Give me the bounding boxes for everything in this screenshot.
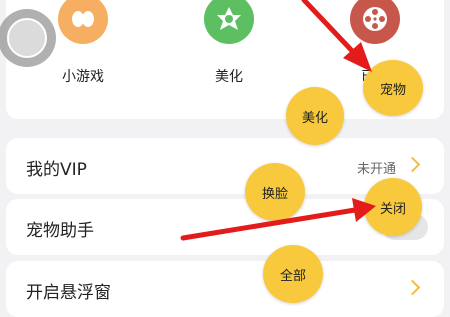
menu-bubble-beautify[interactable]: 美化 [286, 87, 344, 145]
flower-icon [204, 0, 254, 44]
menu-bubble-change-face[interactable]: 换脸 [245, 163, 305, 221]
vip-label: 我的VIP [26, 160, 87, 180]
feature-beautify[interactable]: 美化 [174, 0, 284, 86]
floating-window-label: 开启悬浮窗 [26, 283, 111, 303]
game-icon [58, 0, 108, 44]
feature-label: 美化 [215, 69, 243, 85]
chevron-right-icon [404, 156, 421, 173]
floating-window-row[interactable]: 开启悬浮窗 [6, 261, 444, 317]
floating-ball[interactable] [0, 9, 56, 67]
chevron-right-icon [404, 279, 421, 296]
menu-bubble-close[interactable]: 关闭 [364, 178, 422, 236]
vip-status: 未开通 [356, 162, 396, 177]
film-reel-icon [350, 0, 400, 44]
menu-bubble-all[interactable]: 全部 [263, 245, 323, 303]
pet-assistant-label: 宠物助手 [26, 221, 94, 241]
feature-label: 小游戏 [62, 69, 104, 85]
menu-bubble-pet[interactable]: 宠物 [363, 60, 423, 116]
